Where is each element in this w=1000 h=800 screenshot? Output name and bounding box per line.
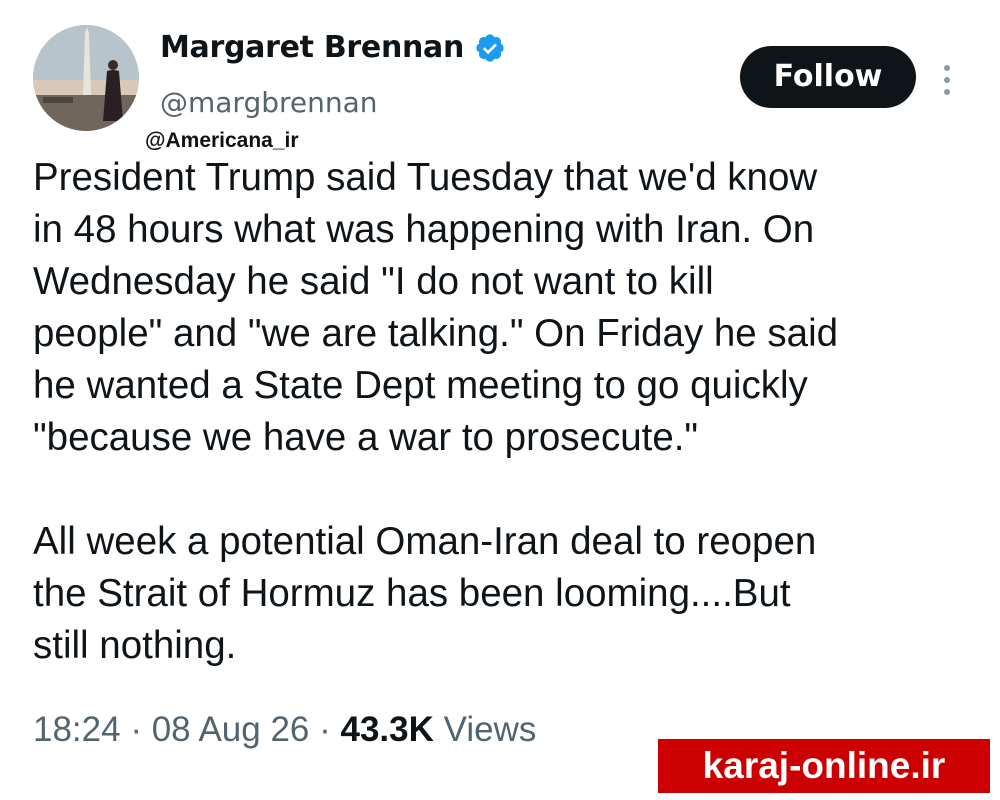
verified-check-icon [474, 32, 506, 64]
author-name-row: Margaret Brennan [160, 30, 506, 65]
avatar-photo [33, 25, 139, 131]
views-count[interactable]: 43.3K [341, 710, 434, 749]
tweet-paragraph: President Trump said Tuesday that we'd k… [33, 156, 839, 459]
tweet-paragraph: All week a potential Oman-Iran deal to r… [33, 520, 817, 667]
separator-dot: · [130, 710, 152, 749]
tweet-meta: 18:24 · 08 Aug 26 · 43.3K Views [33, 710, 536, 750]
follow-button[interactable]: Follow [740, 46, 916, 108]
separator-dot: · [319, 710, 341, 749]
tweet-date[interactable]: 08 Aug 26 [152, 710, 310, 749]
site-watermark-badge: karaj-online.ir [658, 739, 990, 793]
avatar[interactable] [33, 25, 139, 131]
tweet-text: President Trump said Tuesday that we'd k… [33, 152, 983, 672]
tweet-time[interactable]: 18:24 [33, 710, 121, 749]
overlay-watermark-text: @Americana_ir [145, 129, 299, 152]
more-vertical-icon[interactable] [937, 60, 957, 100]
author-display-name[interactable]: Margaret Brennan [160, 30, 464, 65]
author-handle[interactable]: @margbrennan [160, 86, 378, 119]
views-label: Views [443, 710, 537, 749]
